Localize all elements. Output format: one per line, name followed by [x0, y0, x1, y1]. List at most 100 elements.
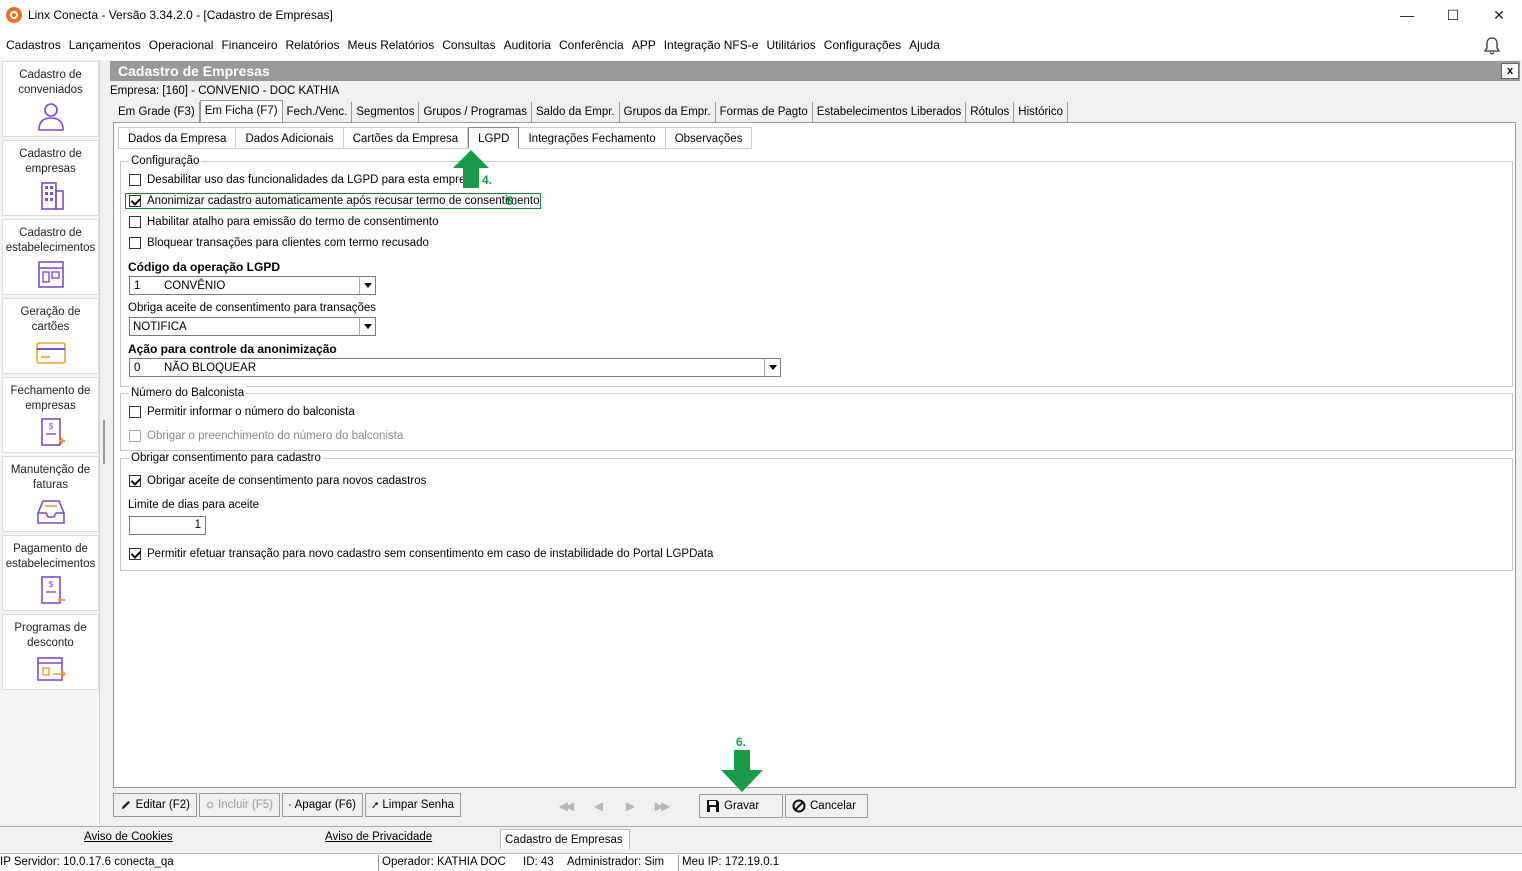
- menu-consultas[interactable]: Consultas: [438, 38, 499, 52]
- option-desabilitar-lgpd[interactable]: Desabilitar uso das funcionalidades da L…: [129, 174, 478, 186]
- tab-grupos-programas[interactable]: Grupos / Programas: [419, 102, 532, 122]
- tab-fech-venc[interactable]: Fech./Venc.: [282, 102, 353, 122]
- card-icon: [35, 342, 66, 364]
- option-permitir-sem-consentimento[interactable]: Permitir efetuar transação para novo cad…: [129, 548, 713, 560]
- cancelar-button[interactable]: Cancelar: [785, 794, 868, 818]
- tab-grupos-empr[interactable]: Grupos da Empr.: [619, 102, 716, 122]
- checkbox[interactable]: [129, 548, 141, 560]
- sidebar-item-faturas[interactable]: Manutenção de faturas: [2, 456, 99, 532]
- menu-ajuda[interactable]: Ajuda: [905, 38, 944, 52]
- option-label: Permitir efetuar transação para novo cad…: [147, 548, 714, 560]
- status-separator: [678, 855, 679, 871]
- notification-bell-icon[interactable]: [1482, 36, 1502, 56]
- option-bloquear-transacoes[interactable]: Bloquear transações para clientes com te…: [129, 237, 429, 249]
- status-servidor: IP Servidor: 10.0.17.6 conecta_qa: [0, 856, 174, 868]
- menu-financeiro[interactable]: Financeiro: [217, 38, 281, 52]
- annotation-step-6: 6.: [736, 735, 747, 749]
- chevron-down-icon[interactable]: [764, 359, 780, 376]
- sidebar-item-label: Fechamento de empresas: [10, 385, 91, 412]
- sidebar-item-label: Geração de cartões: [20, 306, 81, 333]
- menu-configuracoes[interactable]: Configurações: [820, 38, 905, 52]
- subtab-lgpd[interactable]: LGPD: [468, 127, 520, 149]
- prev-record-icon: ◀: [593, 799, 603, 813]
- sidebar-item-conveniados[interactable]: Cadastro de conveniados: [2, 61, 99, 137]
- subtab-integracoes-fechamento[interactable]: Integrações Fechamento: [519, 127, 666, 149]
- gravar-button[interactable]: Gravar: [699, 794, 783, 818]
- tray-icon: [36, 500, 65, 524]
- apagar-button[interactable]: Apagar (F6): [282, 793, 363, 817]
- sidebar-item-pagamento[interactable]: Pagamento de estabelecimentos $: [2, 535, 99, 611]
- tab-rotulos[interactable]: Rótulos: [966, 102, 1015, 122]
- subtab-cartoes-empresa[interactable]: Cartões da Empresa: [343, 127, 469, 149]
- menu-auditoria[interactable]: Auditoria: [500, 38, 555, 52]
- option-label: Desabilitar uso das funcionalidades da L…: [147, 174, 478, 186]
- tab-estabelecimentos-liberados[interactable]: Estabelecimentos Liberados: [812, 102, 967, 122]
- option-permitir-balconista[interactable]: Permitir informar o número do balconista: [129, 406, 355, 418]
- minimize-button[interactable]: —: [1384, 0, 1430, 30]
- checkbox[interactable]: [129, 174, 141, 186]
- payment-icon: $: [40, 576, 65, 604]
- sidebar-item-programas[interactable]: Programas de desconto: [2, 614, 99, 690]
- sidebar-item-label: Cadastro de empresas: [19, 148, 82, 175]
- limite-dias-label: Limite de dias para aceite: [128, 499, 260, 511]
- tab-segmentos[interactable]: Segmentos: [352, 102, 420, 122]
- svg-text:$: $: [48, 580, 53, 589]
- chevron-down-icon[interactable]: [359, 277, 375, 294]
- close-window-button[interactable]: ✕: [1476, 0, 1522, 30]
- key-icon: [372, 802, 378, 809]
- checkbox[interactable]: [129, 475, 141, 487]
- option-anonimizar[interactable]: Anonimizar cadastro automaticamente após…: [125, 193, 542, 209]
- menu-lancamentos[interactable]: Lançamentos: [65, 38, 145, 52]
- maximize-button[interactable]: ☐: [1430, 0, 1476, 30]
- form-content: Dados da Empresa Dados Adicionais Cartõe…: [113, 122, 1516, 788]
- checkbox[interactable]: [129, 216, 141, 228]
- sidebar-item-estabelecimentos[interactable]: Cadastro de estabelecimentos: [2, 219, 99, 295]
- tab-em-grade[interactable]: Em Grade (F3): [114, 102, 200, 122]
- tab-em-ficha[interactable]: Em Ficha (F7): [199, 100, 283, 122]
- sidebar-item-fechamento[interactable]: Fechamento de empresas $: [2, 377, 99, 453]
- annotation-step-4: 4.: [482, 173, 493, 187]
- status-bar: IP Servidor: 10.0.17.6 conecta_qa Operad…: [0, 853, 1522, 871]
- menu-integracao-nfse[interactable]: Integração NFS-e: [660, 38, 763, 52]
- option-label: Obrigar o preenchimento do número do bal…: [147, 430, 404, 442]
- menu-relatorios[interactable]: Relatórios: [282, 38, 344, 52]
- limite-dias-input[interactable]: 1: [129, 516, 206, 535]
- option-obrigar-aceite-novos[interactable]: Obrigar aceite de consentimento para nov…: [129, 475, 426, 487]
- menu-app[interactable]: APP: [628, 38, 660, 52]
- checkbox[interactable]: [129, 237, 141, 249]
- obriga-aceite-select[interactable]: NOTIFICA: [129, 317, 376, 336]
- subtab-observacoes[interactable]: Observações: [665, 127, 753, 149]
- chevron-down-icon[interactable]: [359, 318, 375, 335]
- checkbox[interactable]: [129, 195, 141, 207]
- sidebar-item-empresas[interactable]: Cadastro de empresas: [2, 140, 99, 216]
- aviso-cookies-link[interactable]: Aviso de Cookies: [84, 831, 173, 843]
- subtab-dados-empresa[interactable]: Dados da Empresa: [118, 127, 237, 149]
- acao-anonimizacao-select[interactable]: 0 NÃO BLOQUEAR: [129, 358, 781, 377]
- menu-conferencia[interactable]: Conferência: [555, 38, 628, 52]
- next-record-icon: ▶: [625, 799, 635, 813]
- tab-saldo-empr[interactable]: Saldo da Empr.: [532, 102, 620, 122]
- status-administrador: Administrador: Sim: [567, 856, 665, 868]
- tab-formas-pagto[interactable]: Formas de Pagto: [715, 102, 813, 122]
- form-close-button[interactable]: x: [1501, 63, 1519, 79]
- group-configuracao: Configuração Desabilitar uso das funcion…: [120, 154, 1513, 387]
- menu-utilitarios[interactable]: Utilitários: [762, 38, 819, 52]
- status-meu-ip: Meu IP: 172.19.0.1: [682, 856, 780, 868]
- main-tabs: Em Grade (F3) Em Ficha (F7) Fech./Venc. …: [114, 100, 1069, 122]
- limpar-senha-button[interactable]: Limpar Senha: [365, 793, 461, 817]
- subtab-dados-adicionais[interactable]: Dados Adicionais: [236, 127, 344, 149]
- tab-cadastro-empresas[interactable]: Cadastro de Empresas: [500, 829, 630, 849]
- option-habilitar-atalho[interactable]: Habilitar atalho para emissão do termo d…: [129, 216, 439, 228]
- sidebar-splitter[interactable]: [103, 420, 105, 464]
- menu-operacional[interactable]: Operacional: [145, 38, 218, 52]
- menu-meus-relatorios[interactable]: Meus Relatórios: [344, 38, 439, 52]
- checkbox[interactable]: [129, 406, 141, 418]
- codigo-operacao-select[interactable]: 1 CONVÊNIO: [129, 276, 376, 295]
- sidebar-item-cartoes[interactable]: Geração de cartões: [2, 298, 99, 374]
- menu-cadastros[interactable]: Cadastros: [2, 38, 65, 52]
- status-operador: Operador: KATHIA DOC: [382, 856, 506, 868]
- aviso-privacidade-link[interactable]: Aviso de Privacidade: [325, 831, 432, 843]
- group-consentimento: Obrigar consentimento para cadastro Obri…: [120, 451, 1513, 571]
- editar-button[interactable]: Editar (F2): [113, 793, 197, 817]
- tab-historico[interactable]: Histórico: [1014, 102, 1069, 122]
